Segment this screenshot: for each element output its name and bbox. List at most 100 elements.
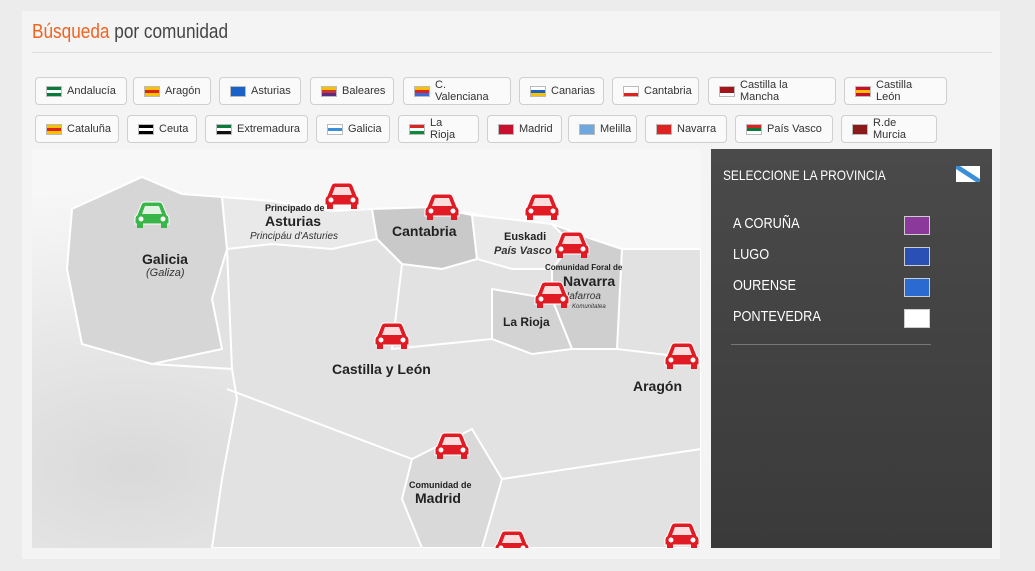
community-button[interactable]: Navarra bbox=[645, 115, 727, 143]
community-label: C. Valenciana bbox=[435, 79, 489, 103]
flag-icon bbox=[46, 123, 62, 135]
flag-icon bbox=[746, 123, 762, 135]
cantabria-label: Cantabria bbox=[392, 223, 457, 239]
community-label: Navarra bbox=[677, 123, 717, 135]
flag-icon bbox=[579, 123, 595, 135]
navarra-sublabel-2: Komunitatea bbox=[572, 304, 606, 310]
flag-icon bbox=[216, 123, 232, 135]
community-button[interactable]: Cataluña bbox=[35, 115, 119, 143]
flag-icon bbox=[719, 85, 735, 97]
car-marker-icon[interactable] bbox=[533, 279, 571, 309]
community-label: País Vasco bbox=[767, 123, 822, 135]
car-marker-selected-icon[interactable] bbox=[133, 199, 171, 229]
asturias-sublabel: Principáu d'Asturies bbox=[250, 231, 339, 242]
sidebar-title: SELECCIONE LA PROVINCIA bbox=[723, 167, 886, 183]
community-label: Galicia bbox=[348, 123, 382, 135]
province-sidebar: SELECCIONE LA PROVINCIA A CORUÑA LUGO OURE… bbox=[711, 149, 992, 548]
car-marker-icon[interactable] bbox=[523, 191, 561, 221]
title-divider bbox=[32, 52, 992, 53]
province-flag-icon bbox=[904, 278, 930, 297]
community-label: R.de Murcia bbox=[873, 117, 907, 141]
madrid-prefix: Comunidad de bbox=[409, 480, 472, 490]
car-marker-icon[interactable] bbox=[373, 320, 411, 350]
sidebar-divider bbox=[731, 344, 931, 345]
title-rest: por comunidad bbox=[114, 21, 229, 43]
navarra-prefix: Comunidad Foral de bbox=[545, 263, 623, 272]
community-button[interactable]: Andalucía bbox=[35, 77, 127, 105]
community-button[interactable]: C. Valenciana bbox=[403, 77, 511, 105]
province-flag-icon bbox=[904, 216, 930, 235]
galicia-label: Galicia bbox=[142, 251, 188, 267]
asturias-label: Asturias bbox=[265, 213, 322, 229]
car-marker-icon[interactable] bbox=[663, 340, 701, 370]
province-link[interactable]: LUGO bbox=[733, 246, 769, 263]
euskadi-sublabel: País Vasco bbox=[494, 245, 552, 257]
community-button[interactable]: País Vasco bbox=[735, 115, 833, 143]
community-label: Aragón bbox=[165, 85, 201, 97]
community-button[interactable]: Madrid bbox=[487, 115, 562, 143]
community-button[interactable]: La Rioja bbox=[398, 115, 479, 143]
castilla-label: Castilla y León bbox=[332, 361, 431, 377]
community-label: La Rioja bbox=[430, 117, 456, 141]
community-label: Andalucía bbox=[67, 85, 116, 97]
car-marker-icon[interactable] bbox=[323, 180, 361, 210]
province-flag-icon bbox=[904, 247, 930, 266]
community-button[interactable]: Asturias bbox=[219, 77, 301, 105]
flag-icon bbox=[855, 85, 871, 97]
flag-icon bbox=[623, 85, 639, 97]
community-button[interactable]: Baleares bbox=[310, 77, 394, 105]
community-button[interactable]: Ceuta bbox=[127, 115, 197, 143]
flag-icon bbox=[144, 85, 160, 97]
title-highlight: Búsqueda bbox=[32, 21, 110, 43]
community-button[interactable]: Cantabria bbox=[612, 77, 699, 105]
community-label: Ceuta bbox=[159, 123, 189, 135]
community-label: Castilla la Mancha bbox=[740, 79, 788, 103]
car-marker-icon[interactable] bbox=[553, 229, 591, 259]
community-label: Madrid bbox=[519, 123, 553, 135]
car-marker-icon[interactable] bbox=[433, 430, 471, 460]
galicia-flag-icon bbox=[956, 166, 980, 182]
flag-icon bbox=[321, 85, 337, 97]
community-button[interactable]: Galicia bbox=[316, 115, 390, 143]
car-marker-icon[interactable] bbox=[493, 528, 531, 548]
community-label: Melilla bbox=[600, 123, 632, 135]
flag-icon bbox=[138, 123, 154, 135]
community-label: Cataluña bbox=[67, 123, 112, 135]
community-button[interactable]: Aragón bbox=[133, 77, 211, 105]
flag-icon bbox=[46, 85, 62, 97]
community-label: Extremadura bbox=[237, 123, 300, 135]
car-marker-icon[interactable] bbox=[663, 520, 701, 548]
flag-icon bbox=[852, 123, 868, 135]
madrid-label: Madrid bbox=[415, 490, 461, 506]
flag-icon bbox=[327, 123, 343, 135]
province-link[interactable]: PONTEVEDRA bbox=[733, 308, 821, 325]
community-button[interactable]: Castilla León bbox=[844, 77, 947, 105]
car-marker-icon[interactable] bbox=[423, 191, 461, 221]
community-button[interactable]: Castilla la Mancha bbox=[708, 77, 836, 105]
flag-icon bbox=[409, 123, 425, 135]
community-label: Cantabria bbox=[644, 85, 692, 97]
community-button[interactable]: Extremadura bbox=[205, 115, 308, 143]
asturias-prefix: Principado de bbox=[265, 203, 325, 213]
community-label: Canarias bbox=[551, 85, 596, 97]
section-title: Búsqueda por comunidad bbox=[32, 21, 228, 44]
community-button[interactable]: Melilla bbox=[568, 115, 637, 143]
rioja-label: La Rioja bbox=[503, 315, 550, 329]
euskadi-label: Euskadi bbox=[504, 231, 547, 243]
community-button[interactable]: Canarias bbox=[519, 77, 604, 105]
aragon-label: Aragón bbox=[633, 378, 682, 394]
flag-icon bbox=[498, 123, 514, 135]
flag-icon bbox=[414, 85, 430, 97]
flag-icon bbox=[230, 85, 246, 97]
search-panel: Búsqueda por comunidad Andalucía Aragón As… bbox=[22, 11, 1000, 559]
province-link[interactable]: OURENSE bbox=[733, 277, 796, 294]
province-flag-icon bbox=[904, 309, 930, 328]
community-label: Asturias bbox=[251, 85, 291, 97]
community-label: Castilla León bbox=[876, 79, 913, 103]
spain-map: Galicia (Galiza) Principado de Asturias … bbox=[32, 149, 701, 548]
community-button[interactable]: R.de Murcia bbox=[841, 115, 937, 143]
flag-icon bbox=[656, 123, 672, 135]
province-link[interactable]: A CORUÑA bbox=[733, 215, 800, 232]
galicia-sublabel: (Galiza) bbox=[146, 267, 185, 279]
community-label: Baleares bbox=[342, 85, 386, 97]
